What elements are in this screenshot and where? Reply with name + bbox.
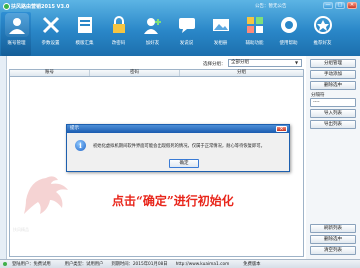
toolbar-label: 发相册	[213, 41, 228, 46]
notice-text: 公告：暂无公告	[255, 4, 287, 9]
app-logo-icon	[3, 3, 10, 10]
clear-list-button[interactable]: 清空列表	[310, 246, 356, 255]
toolbar-post[interactable]: 发说说	[173, 12, 200, 56]
toolbar-label: 模版汇集	[75, 41, 94, 46]
help-icon	[277, 13, 301, 37]
toolbar-assist[interactable]: 辅助功能	[241, 12, 268, 56]
column-account[interactable]: 账号	[10, 70, 90, 76]
info-icon: i	[75, 140, 86, 151]
group-manage-button[interactable]: 分组管理	[310, 59, 356, 68]
manual-add-button[interactable]: 手动添加	[310, 70, 356, 79]
password-icon	[107, 13, 131, 37]
separator-input[interactable]: ----	[310, 98, 356, 107]
template-icon	[73, 13, 97, 37]
watermark-text: 扶风精品	[13, 227, 29, 232]
refresh-list-button[interactable]: 刷新列表	[310, 224, 356, 233]
dialog-titlebar: 提示 ×	[67, 125, 289, 133]
horse-logo-icon	[24, 176, 68, 214]
status-online-icon	[3, 262, 7, 266]
toolbar-album[interactable]: 发相册	[207, 12, 234, 56]
status-bar: 登陆用户：免费试用 用户类型：试用用户 到期时间：2015年01月08日 htt…	[0, 259, 360, 268]
column-password[interactable]: 密码	[90, 70, 180, 76]
account-icon	[4, 13, 29, 37]
tools-icon	[39, 13, 63, 37]
assist-icon	[243, 13, 267, 37]
version-text: 免费版本	[243, 262, 261, 267]
user-type: 用户类型：试用用户	[64, 262, 104, 267]
delete-checked-button[interactable]: 删除选中	[310, 235, 356, 244]
import-list-button[interactable]: 导入列表	[310, 109, 356, 118]
dialog-title: 提示	[70, 126, 79, 131]
website-link[interactable]: http://www.kuaima1.com	[176, 262, 230, 267]
toolbar-params[interactable]: 参数设置	[37, 12, 64, 56]
add-friend-icon	[141, 13, 165, 37]
toolbar-recommend[interactable]: 推荐好友	[309, 12, 336, 56]
minimize-button[interactable]: —	[323, 2, 333, 9]
toolbar-account-manage[interactable]: 账号管理	[3, 12, 30, 56]
toolbar-label: 使用帮助	[279, 41, 298, 46]
post-icon	[175, 13, 199, 37]
instruction-hint: 点击“确定”进行初始化	[112, 194, 234, 208]
app-title: 扶风路由营销2015 V3.0	[11, 4, 70, 10]
delete-selected-button[interactable]: 删除选中	[310, 81, 356, 90]
toolbar-help[interactable]: 使用帮助	[275, 12, 302, 56]
left-strip	[0, 56, 7, 259]
toolbar-label: 加好友	[145, 41, 160, 46]
group-filter-select[interactable]: 全部分组 ▼	[228, 59, 302, 67]
expire-date: 到期时间：2015年01月08日	[111, 262, 168, 267]
group-filter-label: 选择分组：	[203, 62, 226, 67]
toolbar-label: 参数设置	[41, 41, 60, 46]
chevron-down-icon: ▼	[295, 60, 299, 65]
maximize-button[interactable]: □	[335, 2, 345, 9]
main-toolbar: 账号管理 参数设置 模版汇集 改密码 加好友 发说说 发相册 辅助功能 使用帮助…	[0, 12, 343, 56]
table-header: 账号 密码 分组	[10, 70, 303, 77]
toolbar-label: 辅助功能	[245, 41, 264, 46]
window-controls: — □ ✕	[323, 2, 357, 9]
right-panel: 分组管理 手动添加 删除选中 分隔符 ---- 导入列表 导出列表 刷新列表 删…	[306, 56, 360, 259]
toolbar-change-password[interactable]: 改密码	[105, 12, 132, 56]
login-user: 登陆用户：免费试用	[12, 262, 51, 267]
recommend-icon	[311, 13, 335, 37]
toolbar-add-friend[interactable]: 加好友	[139, 12, 166, 56]
prompt-dialog: 提示 × i 初始化虚拟机期间软件界面可能会出现假死的情况，仅属于正常情况，耐心…	[66, 124, 290, 172]
toolbar-templates[interactable]: 模版汇集	[71, 12, 98, 56]
close-button[interactable]: ✕	[347, 2, 357, 9]
toolbar-label: 推荐好友	[313, 41, 332, 46]
export-list-button[interactable]: 导出列表	[310, 120, 356, 129]
toolbar-label: 账号管理	[7, 41, 26, 46]
dialog-ok-button[interactable]: 确定	[169, 159, 199, 168]
column-group[interactable]: 分组	[180, 70, 303, 76]
album-icon	[209, 13, 233, 37]
dialog-close-button[interactable]: ×	[276, 126, 287, 132]
toolbar-label: 发说说	[179, 41, 194, 46]
group-filter-value: 全部分组	[231, 60, 249, 65]
dialog-message: 初始化虚拟机期间软件界面可能会出现假死的情况，仅属于正常情况，耐心等待恢复即可。	[93, 144, 265, 149]
toolbar-label: 改密码	[111, 41, 126, 46]
